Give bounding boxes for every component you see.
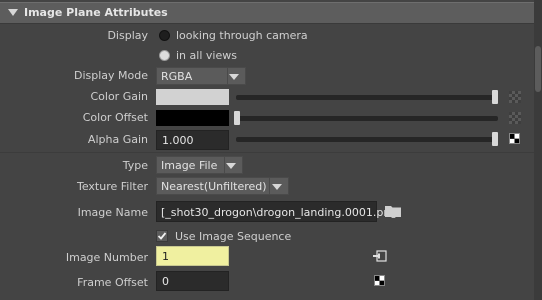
folder-icon[interactable] — [385, 205, 401, 217]
radio-label-in-all-views: in all views — [176, 49, 237, 62]
display-mode-dropdown[interactable]: RGBA — [156, 67, 246, 85]
image-number-field[interactable]: 1 — [156, 246, 229, 266]
attribute-editor-panel: Image Plane Attributes Display looking t… — [0, 0, 534, 300]
image-name-value: [_shot30_drogon\drogon_landing.0001.png — [161, 206, 398, 219]
map-button-icon[interactable] — [509, 91, 521, 103]
image-name-label: Image Name — [77, 206, 148, 219]
display-mode-label: Display Mode — [73, 69, 148, 82]
color-gain-slider-handle[interactable] — [492, 90, 498, 104]
image-number-value: 1 — [162, 250, 169, 263]
collapse-triangle-icon[interactable] — [8, 9, 18, 16]
color-gain-swatch[interactable] — [156, 89, 229, 105]
texture-filter-dropdown[interactable]: Nearest(Unfiltered) — [156, 177, 289, 195]
color-offset-slider-handle[interactable] — [234, 111, 240, 125]
alpha-gain-field[interactable]: 1.000 — [156, 130, 229, 150]
use-image-sequence-checkbox[interactable] — [156, 230, 168, 242]
chevron-down-icon — [229, 74, 239, 80]
section-title: Image Plane Attributes — [24, 6, 168, 19]
image-name-field[interactable]: [_shot30_drogon\drogon_landing.0001.png — [156, 201, 397, 222]
divider — [0, 152, 534, 153]
map-button-icon[interactable] — [509, 112, 521, 124]
checker-map-icon[interactable] — [509, 133, 520, 144]
alpha-gain-slider[interactable] — [236, 137, 498, 142]
checker-map-icon[interactable] — [374, 275, 385, 286]
color-offset-label: Color Offset — [82, 111, 148, 124]
display-mode-value: RGBA — [161, 70, 193, 83]
radio-in-all-views[interactable] — [159, 50, 170, 61]
color-offset-slider[interactable] — [236, 116, 498, 121]
frame-offset-field[interactable]: 0 — [156, 271, 229, 291]
image-number-label: Image Number — [65, 251, 148, 264]
alpha-gain-slider-handle[interactable] — [492, 132, 498, 146]
frame-offset-value: 0 — [162, 275, 169, 288]
color-gain-slider[interactable] — [236, 95, 498, 100]
texture-filter-value: Nearest(Unfiltered) — [161, 180, 267, 193]
radio-label-looking-through-camera: looking through camera — [176, 29, 308, 42]
chevron-down-icon — [226, 163, 236, 169]
texture-filter-label: Texture Filter — [76, 180, 148, 193]
alpha-gain-value: 1.000 — [162, 134, 194, 147]
display-label: Display — [107, 29, 148, 42]
frame-offset-label: Frame Offset — [77, 276, 148, 289]
color-gain-label: Color Gain — [90, 90, 148, 103]
type-value: Image File — [161, 159, 218, 172]
section-header[interactable]: Image Plane Attributes — [0, 2, 534, 24]
chevron-down-icon — [272, 184, 282, 190]
color-offset-swatch[interactable] — [156, 110, 229, 126]
use-image-sequence-label: Use Image Sequence — [175, 230, 292, 243]
checkmark-icon — [157, 232, 167, 240]
set-key-icon[interactable] — [373, 250, 387, 262]
alpha-gain-label: Alpha Gain — [87, 133, 148, 146]
radio-looking-through-camera[interactable] — [159, 30, 170, 41]
scrollbar-thumb[interactable] — [535, 46, 541, 92]
type-dropdown[interactable]: Image File — [156, 156, 243, 174]
vertical-scrollbar[interactable] — [534, 0, 542, 300]
type-label: Type — [122, 159, 148, 172]
